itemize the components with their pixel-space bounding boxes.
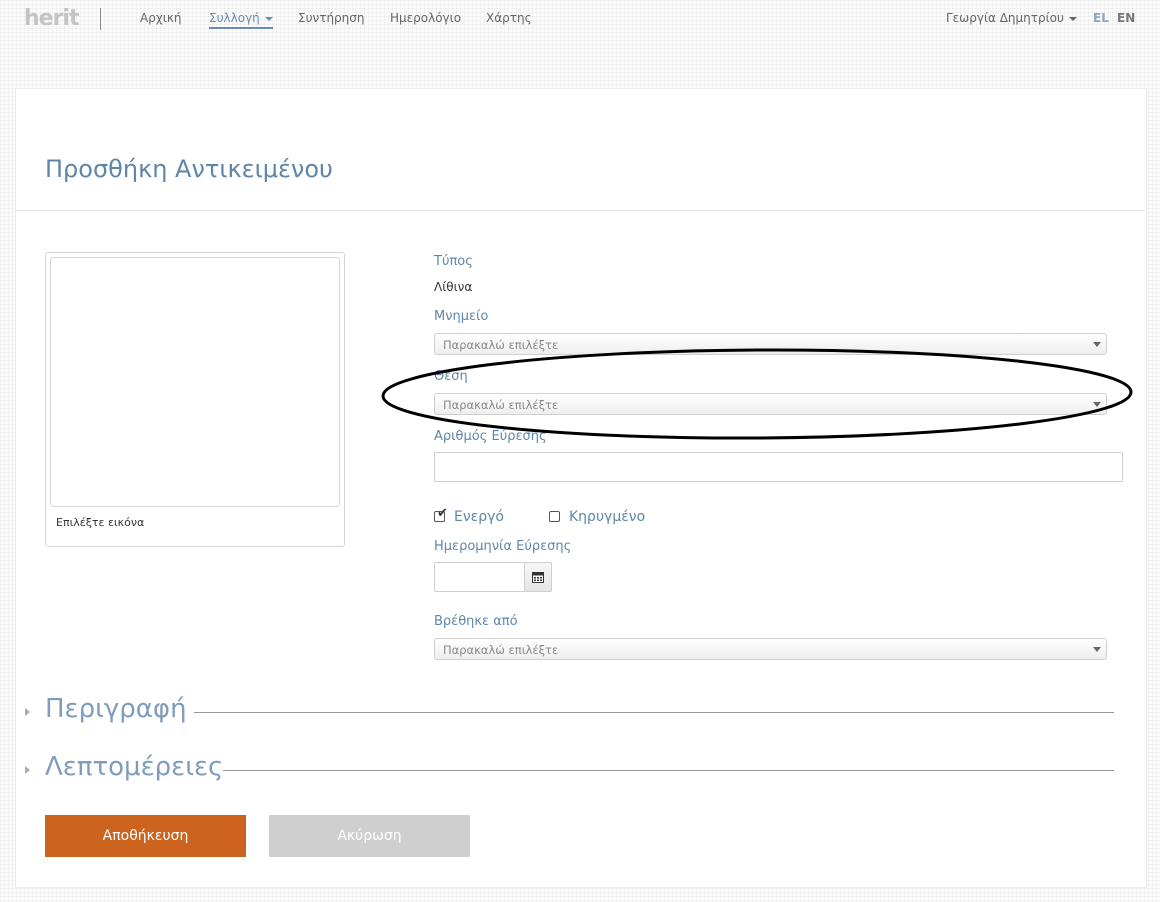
user-name: Γεωργία Δημητρίου [946, 11, 1064, 25]
lang-en[interactable]: EN [1117, 11, 1135, 25]
description-section-title[interactable]: Περιγραφή [45, 694, 187, 724]
description-divider [194, 712, 1114, 713]
cancel-button[interactable]: Ακύρωση [269, 815, 470, 857]
lang-el[interactable]: EL [1093, 11, 1109, 25]
check-icon: ✔ [437, 506, 448, 521]
nav-map[interactable]: Χάρτης [486, 11, 532, 25]
calendar-button[interactable] [524, 562, 552, 592]
find-date-input[interactable] [434, 562, 525, 592]
expand-details-icon[interactable] [25, 766, 30, 774]
active-checkbox[interactable]: ✔ [434, 507, 448, 522]
nav-calendar[interactable]: Ημερολόγιο [390, 11, 461, 25]
chevron-down-icon [264, 16, 273, 21]
monument-select[interactable]: Παρακαλώ επιλέξτε [434, 333, 1107, 355]
announced-checkbox[interactable] [549, 511, 560, 522]
details-section-title[interactable]: Λεπτομέρειες [45, 752, 223, 782]
user-menu[interactable]: Γεωργία Δημητρίου [946, 11, 1077, 25]
find-number-input[interactable] [434, 452, 1123, 482]
found-by-label: Βρέθηκε από [434, 614, 518, 629]
image-select-label[interactable]: Επιλέξτε εικόνα [56, 516, 144, 529]
position-placeholder: Παρακαλώ επιλέξτε [443, 398, 559, 412]
image-preview[interactable] [50, 257, 340, 507]
monument-label: Μνημείο [434, 309, 489, 324]
nav-collection[interactable]: Συλλογή [209, 11, 273, 29]
active-label[interactable]: Ενεργό [454, 509, 504, 525]
nav-conservation[interactable]: Συντήρηση [298, 11, 365, 25]
title-divider [15, 210, 1145, 211]
details-divider [223, 770, 1114, 771]
nav-home[interactable]: Αρχική [140, 11, 182, 25]
type-label: Τύπος [434, 254, 473, 269]
expand-description-icon[interactable] [25, 708, 30, 716]
save-button[interactable]: Αποθήκευση [45, 815, 246, 857]
chevron-down-icon [1093, 647, 1101, 652]
find-date-label: Ημερομηνία Εύρεσης [434, 539, 572, 554]
position-label: Θέση [434, 369, 468, 384]
find-number-label: Αριθμός Εύρεσης [434, 429, 547, 444]
type-value: Λίθινα [434, 280, 473, 294]
chevron-down-icon [1093, 402, 1101, 407]
chevron-down-icon [1068, 16, 1077, 21]
nav-collection-label: Συλλογή [209, 11, 260, 25]
chevron-down-icon [1093, 342, 1101, 347]
calendar-icon [532, 572, 544, 583]
found-by-select[interactable]: Παρακαλώ επιλέξτε [434, 638, 1107, 660]
announced-label[interactable]: Κηρυγμένο [569, 509, 645, 525]
logo-divider [100, 8, 101, 30]
position-select[interactable]: Παρακαλώ επιλέξτε [434, 393, 1107, 415]
monument-placeholder: Παρακαλώ επιλέξτε [443, 338, 559, 352]
herit-logo[interactable]: herit [24, 6, 80, 32]
page-title: Προσθήκη Αντικειμένου [45, 155, 333, 183]
found-by-placeholder: Παρακαλώ επιλέξτε [443, 643, 559, 657]
